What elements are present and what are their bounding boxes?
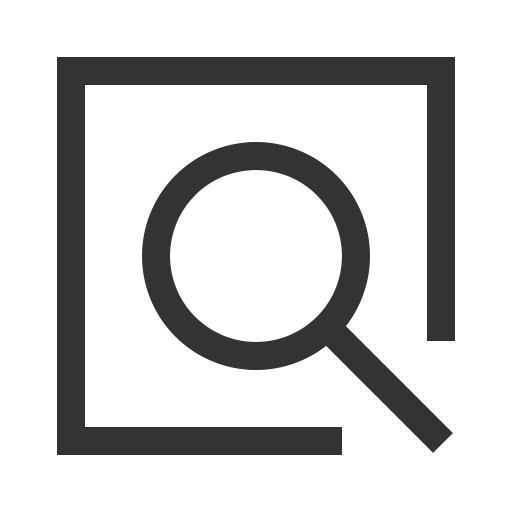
icon-canvas bbox=[0, 0, 512, 512]
search-in-frame-icon bbox=[57, 57, 455, 455]
magnifier-handle bbox=[318, 318, 453, 453]
magnifier-lens bbox=[142, 142, 370, 370]
